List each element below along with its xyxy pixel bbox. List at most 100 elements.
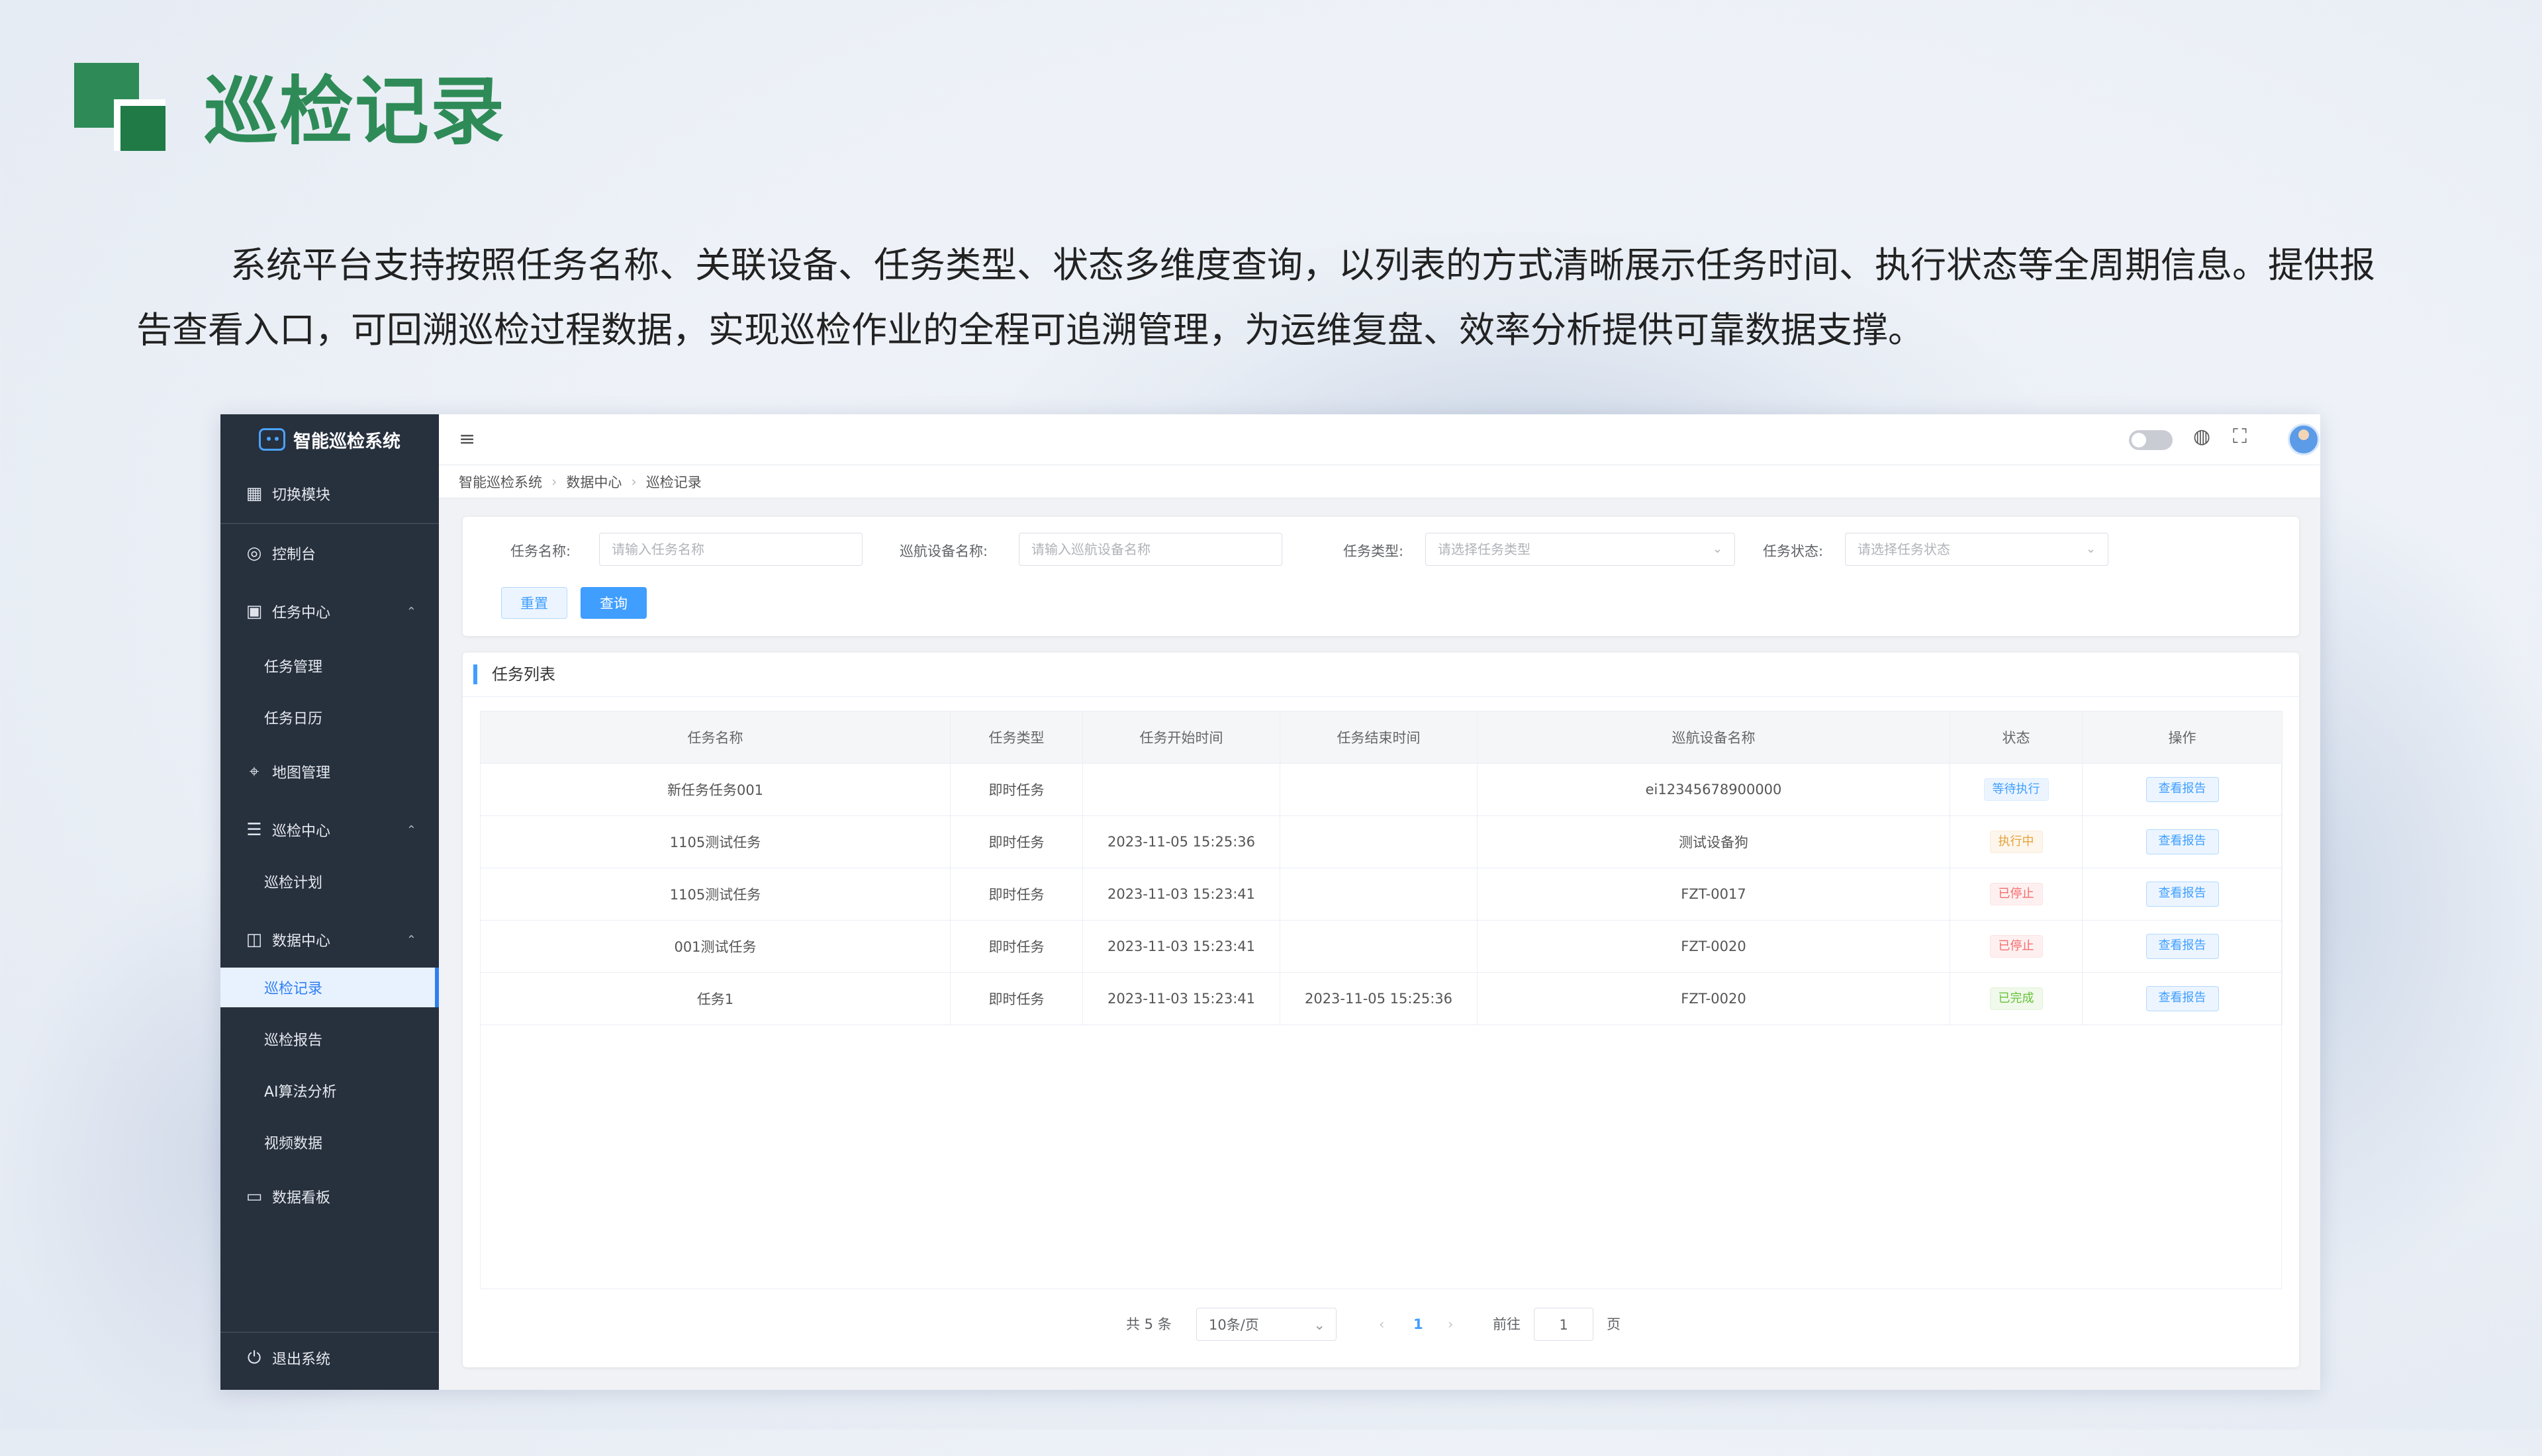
task-status-label: 任务状态:: [1763, 543, 1824, 559]
sidebar-item-dashboard[interactable]: ◎ 控制台: [220, 533, 439, 573]
view-report-button[interactable]: 查看报告: [2145, 777, 2219, 802]
app-window: 智能巡检系统 ▦ 切换模块 ◎ 控制台 ▣ 任务中心 ⌃ 任务管理 任务日历 ⌖…: [220, 414, 2320, 1390]
page-size-select[interactable]: 10条/页 ⌄: [1196, 1308, 1337, 1341]
column-header: 巡航设备名称: [1477, 711, 1950, 764]
task-type-placeholder: 请选择任务类型: [1438, 541, 1530, 557]
sidebar-item-ai-analysis[interactable]: AI算法分析: [220, 1071, 439, 1111]
sidebar-item-patrol-plan[interactable]: 巡检计划: [220, 862, 439, 901]
theme-toggle[interactable]: [2129, 430, 2173, 450]
task-type-cell: 即时任务: [950, 815, 1083, 868]
status-cell: 已停止: [1950, 920, 2083, 973]
end-time-cell: [1280, 920, 1478, 973]
sidebar-item-map-manage[interactable]: ⌖ 地图管理: [220, 752, 439, 792]
task-type-cell: 即时任务: [950, 868, 1083, 921]
goto-page-input[interactable]: 1: [1534, 1308, 1593, 1341]
task-type-label: 任务类型:: [1343, 543, 1404, 559]
task-status-placeholder: 请选择任务状态: [1858, 541, 1950, 557]
end-time-cell: [1280, 815, 1478, 868]
chevron-down-icon: ⌄: [1313, 1317, 1325, 1333]
column-header: 任务名称: [480, 711, 951, 764]
table-row: 任务1 即时任务 2023-11-03 15:23:41 2023-11-05 …: [480, 972, 2283, 1025]
task-list-title: 任务列表: [473, 664, 555, 684]
sidebar-item-task-center[interactable]: ▣ 任务中心 ⌃: [220, 592, 439, 631]
menu-toggle-icon[interactable]: ≡: [459, 428, 475, 451]
sidebar-item-label: 任务中心: [272, 605, 331, 621]
column-header: 任务类型: [950, 711, 1083, 764]
sidebar-item-patrol-report[interactable]: 巡检报告: [220, 1019, 439, 1059]
task-name-cell: 001测试任务: [480, 920, 951, 973]
fullscreen-icon[interactable]: ⛶: [2233, 425, 2247, 448]
action-cell: 查看报告: [2082, 815, 2283, 868]
view-report-button[interactable]: 查看报告: [2145, 882, 2219, 907]
avatar[interactable]: [2288, 424, 2320, 455]
task-type-cell: 即时任务: [950, 972, 1083, 1025]
sidebar-item-label: 巡检报告: [264, 1032, 323, 1049]
calendar-icon: ▣: [246, 602, 263, 621]
query-button[interactable]: 查询: [581, 587, 647, 619]
sidebar-item-label: 巡检计划: [264, 875, 323, 891]
view-report-button[interactable]: 查看报告: [2145, 829, 2219, 854]
device-cell: FZT-0020: [1477, 972, 1950, 1025]
table-row: 1105测试任务 即时任务 2023-11-05 15:25:36 测试设备狗 …: [480, 815, 2283, 868]
sidebar-item-data-center[interactable]: ◫ 数据中心 ⌃: [220, 920, 439, 960]
breadcrumb-item[interactable]: 数据中心: [566, 472, 622, 492]
start-time-cell: 2023-11-03 15:23:41: [1082, 972, 1280, 1025]
breadcrumb: 智能巡检系统 › 数据中心 › 巡检记录: [439, 465, 2320, 498]
next-page-icon[interactable]: ›: [1448, 1308, 1453, 1341]
sidebar-item-task-manage[interactable]: 任务管理: [220, 646, 439, 686]
sidebar-divider: [220, 523, 439, 524]
logout-label: 退出系统: [272, 1351, 331, 1368]
divider: [463, 696, 2299, 697]
sidebar-divider: [220, 1332, 439, 1333]
sidebar-item-label: 任务日历: [264, 711, 323, 727]
chevron-up-icon: ⌃: [406, 933, 416, 947]
search-panel: 任务名称: 请输入任务名称 巡航设备名称: 请输入巡航设备名称 任务类型: 请选…: [463, 517, 2299, 636]
sidebar-item-video-data[interactable]: 视频数据: [220, 1122, 439, 1162]
sidebar-item-data-board[interactable]: ▭ 数据看板: [220, 1177, 439, 1216]
sidebar-item-label: 数据看板: [272, 1190, 331, 1206]
status-cell: 已完成: [1950, 972, 2083, 1025]
device-cell: FZT-0020: [1477, 920, 1950, 973]
sidebar-item-patrol-record[interactable]: 巡检记录: [220, 968, 439, 1007]
monitor-chart-icon: ◫: [246, 930, 263, 950]
switch-module-label: 切换模块: [272, 487, 331, 504]
status-badge: 已完成: [1989, 987, 2043, 1010]
breadcrumb-item[interactable]: 智能巡检系统: [459, 472, 542, 492]
view-report-button[interactable]: 查看报告: [2145, 934, 2219, 959]
column-header: 任务开始时间: [1082, 711, 1280, 764]
sidebar-item-patrol-center[interactable]: ☰ 巡检中心 ⌃: [220, 810, 439, 850]
logout-button[interactable]: ⏻ 退出系统: [220, 1338, 439, 1378]
task-type-select[interactable]: 请选择任务类型 ⌄: [1425, 533, 1735, 566]
chevron-up-icon: ⌃: [406, 823, 416, 837]
topbar: ≡ ◍ ⛶: [439, 414, 2320, 465]
task-name-input[interactable]: 请输入任务名称: [599, 533, 863, 566]
slide-description: 系统平台支持按照任务名称、关联设备、任务类型、状态多维度查询，以列表的方式清晰展…: [136, 244, 2375, 351]
view-report-button[interactable]: 查看报告: [2145, 986, 2219, 1011]
goto-label: 前往: [1493, 1316, 1521, 1332]
action-cell: 查看报告: [2082, 972, 2283, 1025]
total-count: 共 5 条: [1126, 1316, 1172, 1332]
page-unit-label: 页: [1607, 1316, 1621, 1332]
target-icon: ◎: [246, 543, 262, 563]
task-status-select[interactable]: 请选择任务状态 ⌄: [1845, 533, 2108, 566]
map-pin-icon: ⌖: [249, 761, 259, 782]
switch-module-button[interactable]: ▦ 切换模块: [220, 474, 439, 514]
sidebar-item-label: 视频数据: [264, 1136, 323, 1152]
sidebar-item-task-calendar[interactable]: 任务日历: [220, 698, 439, 737]
status-cell: 已停止: [1950, 868, 2083, 921]
sidebar-item-label: AI算法分析: [264, 1084, 337, 1101]
task-name-cell: 1105测试任务: [480, 815, 951, 868]
prev-page-icon[interactable]: ‹: [1379, 1308, 1384, 1341]
device-name-input[interactable]: 请输入巡航设备名称: [1019, 533, 1282, 566]
breadcrumb-separator-icon: ›: [631, 473, 637, 490]
power-icon: ⏻: [247, 1347, 261, 1368]
action-cell: 查看报告: [2082, 920, 2283, 973]
checklist-icon: ☰: [246, 820, 262, 840]
status-badge: 执行中: [1989, 831, 2043, 853]
table-row: 1105测试任务 即时任务 2023-11-03 15:23:41 FZT-00…: [480, 868, 2283, 921]
reset-button[interactable]: 重置: [501, 587, 567, 619]
pagination: 共 5 条 10条/页 ⌄ ‹ 1 › 前往 1 页: [463, 1308, 2299, 1345]
end-time-cell: [1280, 763, 1478, 816]
page-number-current[interactable]: 1: [1413, 1308, 1423, 1341]
globe-icon[interactable]: ◍: [2193, 425, 2210, 448]
